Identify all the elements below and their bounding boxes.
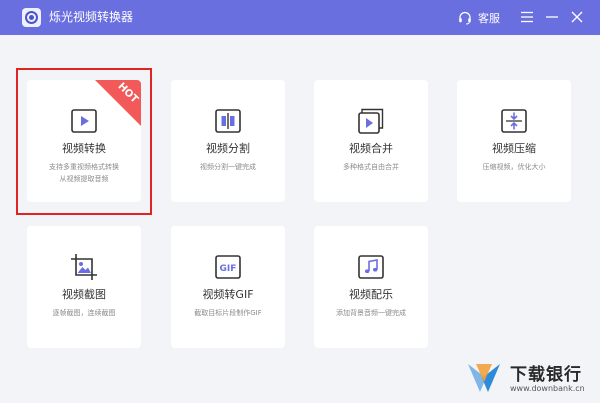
customer-service-button[interactable]: 客服 xyxy=(458,9,500,27)
tool-name: 视频配乐 xyxy=(349,288,393,301)
watermark-name: 下载银行 xyxy=(510,365,582,385)
tool-card-video-to-gif[interactable]: GIF 视频转GIF 截取目标片段制作GIF xyxy=(171,226,285,348)
app-logo-icon xyxy=(22,8,41,27)
tool-name: 视频合并 xyxy=(349,142,393,155)
app-title: 烁光视频转换器 xyxy=(49,10,134,24)
downbank-logo-icon xyxy=(466,360,502,396)
tool-desc: 多种格式自由合并 xyxy=(343,163,399,171)
headset-icon xyxy=(459,11,471,25)
tool-desc: 添加背景音频一键完成 xyxy=(336,309,406,317)
minimize-icon xyxy=(546,16,558,18)
tool-name: 视频压缩 xyxy=(492,142,536,155)
tool-card-video-screenshot[interactable]: 视频截图 逐帧截图，连续截图 xyxy=(27,226,141,348)
close-button[interactable] xyxy=(568,8,586,26)
selection-highlight xyxy=(16,68,152,215)
tool-name: 视频截图 xyxy=(62,288,106,301)
crop-image-icon xyxy=(70,253,98,281)
watermark: 下载银行 www.downbank.cn xyxy=(466,358,592,398)
merge-icon xyxy=(357,107,385,135)
watermark-url: www.downbank.cn xyxy=(510,384,585,393)
customer-service-label: 客服 xyxy=(478,12,500,25)
music-icon xyxy=(357,253,385,281)
tool-desc: 压缩视频，优化大小 xyxy=(482,163,546,171)
split-icon xyxy=(214,107,242,135)
close-icon xyxy=(571,11,583,23)
gif-icon-label: GIF xyxy=(220,264,237,274)
title-bar: 烁光视频转换器 客服 xyxy=(0,0,600,35)
minimize-button[interactable] xyxy=(543,8,561,26)
tool-desc: 截取目标片段制作GIF xyxy=(194,309,262,317)
tool-card-video-split[interactable]: 视频分割 视频分割一键完成 xyxy=(171,80,285,202)
tool-name: 视频转GIF xyxy=(202,288,254,301)
tool-card-video-music[interactable]: 视频配乐 添加背景音频一键完成 xyxy=(314,226,428,348)
tool-desc: 逐帧截图，连续截图 xyxy=(52,309,116,317)
tool-card-video-compress[interactable]: 视频压缩 压缩视频，优化大小 xyxy=(457,80,571,202)
gif-icon: GIF xyxy=(214,253,242,281)
compress-icon xyxy=(500,107,528,135)
tool-card-video-merge[interactable]: 视频合并 多种格式自由合并 xyxy=(314,80,428,202)
tool-desc: 视频分割一键完成 xyxy=(200,163,256,171)
menu-button[interactable] xyxy=(518,8,536,26)
tool-name: 视频分割 xyxy=(206,142,250,155)
menu-icon xyxy=(521,11,533,23)
